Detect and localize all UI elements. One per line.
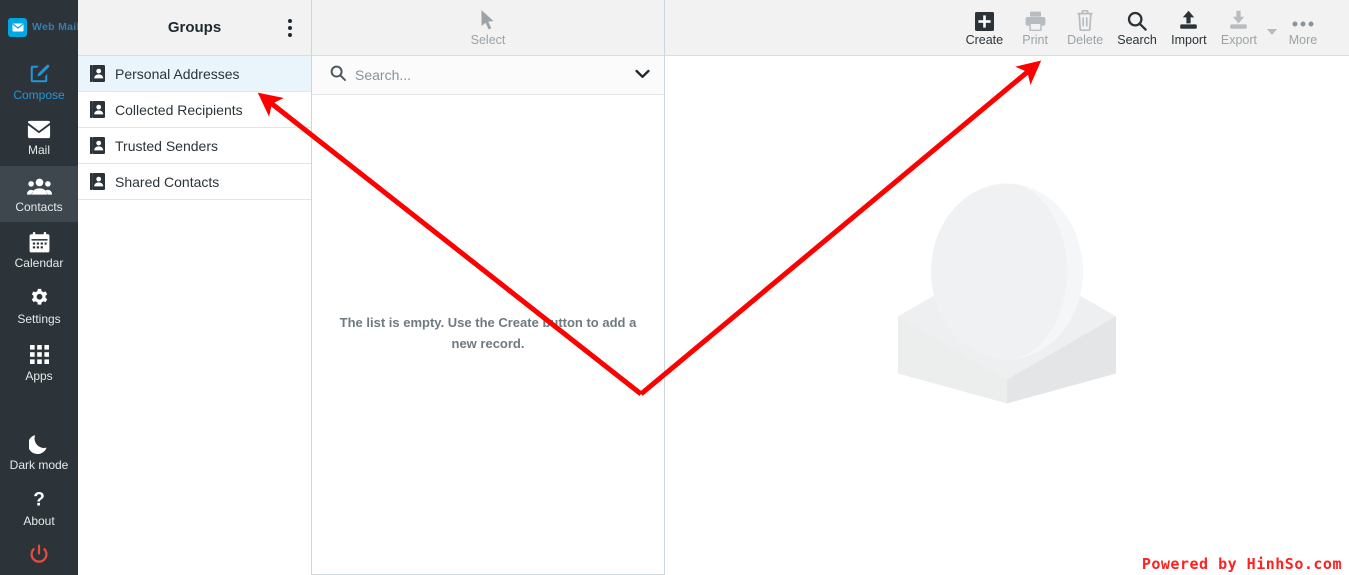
sidebar-item-about[interactable]: ? About xyxy=(0,480,78,536)
webmail-contacts-app: Web Mail Compose Mail Contacts Calendar … xyxy=(0,0,1349,575)
page-title: Groups xyxy=(167,19,222,36)
grid-apps-icon xyxy=(29,344,49,366)
import-button[interactable]: Import xyxy=(1165,7,1213,48)
select-button[interactable]: Select xyxy=(464,7,512,48)
sidebar-item-label: Mail xyxy=(27,143,50,158)
compose-pencil-icon xyxy=(28,63,50,85)
printer-icon xyxy=(1025,7,1046,31)
address-book-icon xyxy=(90,65,105,82)
create-button-label: Create xyxy=(965,33,1004,47)
main-sidebar: Web Mail Compose Mail Contacts Calendar … xyxy=(0,0,80,575)
group-item-personal-addresses[interactable]: Personal Addresses xyxy=(78,56,311,92)
kebab-menu-icon[interactable] xyxy=(281,17,299,39)
sidebar-item-label: Settings xyxy=(17,312,61,327)
sidebar-item-contacts[interactable]: Contacts xyxy=(0,166,78,223)
plus-square-icon xyxy=(974,7,994,31)
power-icon xyxy=(29,543,49,565)
group-item-label: Trusted Senders xyxy=(115,137,218,154)
logout-button[interactable] xyxy=(0,537,78,575)
people-icon xyxy=(26,175,52,197)
sidebar-item-calendar[interactable]: Calendar xyxy=(0,222,78,278)
app-logo[interactable]: Web Mail xyxy=(0,0,80,54)
address-book-icon xyxy=(90,101,105,118)
print-button-label: Print xyxy=(1022,33,1048,47)
svg-text:?: ? xyxy=(33,490,45,511)
search-bar[interactable] xyxy=(312,56,664,95)
sidebar-item-compose[interactable]: Compose xyxy=(0,54,78,109)
create-button[interactable]: Create xyxy=(960,7,1010,48)
ellipsis-icon xyxy=(1291,7,1315,31)
address-book-icon xyxy=(90,173,105,190)
search-input[interactable] xyxy=(355,67,626,83)
export-button-group: Export xyxy=(1215,7,1277,48)
group-item-trusted-senders[interactable]: Trusted Senders xyxy=(78,128,311,164)
sidebar-item-label: About xyxy=(23,513,55,528)
delete-button-label: Delete xyxy=(1067,33,1104,47)
delete-button[interactable]: Delete xyxy=(1061,7,1109,48)
upload-arrow-icon xyxy=(1178,7,1199,31)
download-arrow-icon xyxy=(1228,7,1249,31)
action-toolbar: Create Print Delete Search Import Export… xyxy=(665,0,1349,56)
select-button-label: Select xyxy=(470,33,506,47)
magnifier-icon xyxy=(1127,7,1147,31)
contact-detail-panel: Create Print Delete Search Import Export… xyxy=(665,0,1349,575)
sidebar-item-label: Calendar xyxy=(14,256,64,271)
sidebar-item-label: Apps xyxy=(25,368,53,383)
more-button-label: More xyxy=(1288,33,1318,47)
app-logo-text: Web Mail xyxy=(32,21,80,34)
search-button[interactable]: Search xyxy=(1111,7,1163,48)
contact-cube-placeholder-icon xyxy=(898,183,1116,408)
sidebar-item-label: Compose xyxy=(13,87,65,102)
import-button-label: Import xyxy=(1171,33,1207,47)
contacts-list-panel: Select The list is empty. Use the Create… xyxy=(312,0,665,575)
sidebar-item-apps[interactable]: Apps xyxy=(0,335,78,391)
group-item-label: Collected Recipients xyxy=(115,101,243,118)
groups-panel: Groups Personal Addresses Collected Reci… xyxy=(78,0,312,575)
group-item-shared-contacts[interactable]: Shared Contacts xyxy=(78,164,311,200)
search-icon xyxy=(330,65,346,86)
more-button[interactable]: More xyxy=(1279,7,1327,48)
search-button-label: Search xyxy=(1117,33,1157,47)
watermark-text: Powered by HinhSo.com xyxy=(1141,555,1342,573)
cursor-arrow-icon xyxy=(480,7,497,31)
export-button[interactable]: Export xyxy=(1215,7,1263,48)
groups-header: Groups xyxy=(78,0,311,56)
question-mark-icon: ? xyxy=(32,489,46,511)
group-item-label: Shared Contacts xyxy=(115,173,220,190)
group-item-collected-recipients[interactable]: Collected Recipients xyxy=(78,92,311,128)
envelope-icon xyxy=(8,17,27,37)
list-toolbar: Select xyxy=(312,0,664,56)
sidebar-item-label: Dark mode xyxy=(9,457,69,472)
address-book-icon xyxy=(90,137,105,154)
trash-icon xyxy=(1076,7,1094,31)
sidebar-item-settings[interactable]: Settings xyxy=(0,279,78,335)
sidebar-item-dark-mode[interactable]: Dark mode xyxy=(0,424,78,480)
calendar-icon xyxy=(29,231,50,253)
envelope-icon xyxy=(27,118,51,140)
export-button-label: Export xyxy=(1220,33,1257,47)
moon-icon xyxy=(29,433,49,455)
caret-down-icon[interactable] xyxy=(1267,28,1277,35)
sidebar-item-mail[interactable]: Mail xyxy=(0,110,78,166)
gear-icon xyxy=(29,287,50,309)
empty-list-message: The list is empty. Use the Create button… xyxy=(339,315,637,351)
sidebar-item-label: Contacts xyxy=(15,199,63,214)
chevron-down-icon[interactable] xyxy=(635,66,650,84)
group-item-label: Personal Addresses xyxy=(115,65,240,82)
print-button[interactable]: Print xyxy=(1011,7,1059,48)
